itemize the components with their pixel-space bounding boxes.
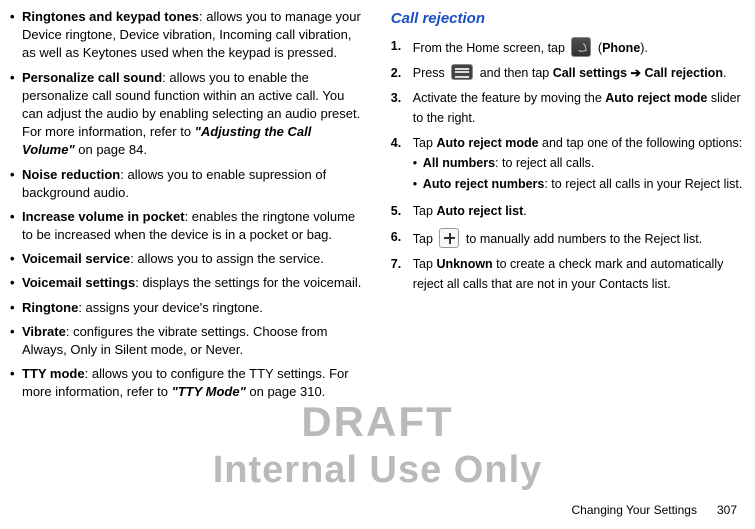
step-item: 7. Tap Unknown to create a check mark an…: [391, 255, 751, 294]
term: TTY mode: [22, 366, 85, 381]
list-item: Ringtone: assigns your device's ringtone…: [10, 299, 363, 317]
bold-text: Auto reject mode: [436, 136, 538, 150]
step-number: 3.: [391, 89, 413, 128]
step-body: Tap Auto reject mode and tap one of the …: [413, 134, 751, 196]
bold-text: Call settings: [553, 66, 627, 80]
text: From the Home screen, tap: [413, 41, 569, 55]
list-item: Personalize call sound: allows you to en…: [10, 69, 363, 160]
plus-icon: [439, 228, 459, 248]
menu-icon: [451, 64, 473, 80]
term: All numbers: [423, 156, 495, 170]
feature-list: Ringtones and keypad tones : allows you t…: [10, 8, 363, 402]
right-column: Call rejection 1. From the Home screen, …: [391, 8, 751, 408]
list-item: Vibrate: configures the vibrate settings…: [10, 323, 363, 359]
desc-post: on page 310.: [246, 384, 326, 399]
text: .: [523, 204, 526, 218]
list-item: Increase volume in pocket: enables the r…: [10, 208, 363, 244]
desc: : configures the vibrate settings. Choos…: [22, 324, 327, 357]
step-item: 1. From the Home screen, tap (Phone).: [391, 37, 751, 58]
term: Vibrate: [22, 324, 66, 339]
term: Ringtone: [22, 300, 78, 315]
text: and then tap: [480, 66, 553, 80]
text: .: [723, 66, 726, 80]
text: Activate the feature by moving the: [413, 91, 605, 105]
sub-item: All numbers: to reject all calls.: [413, 155, 751, 173]
step-number: 7.: [391, 255, 413, 294]
desc-post: on page 84.: [75, 142, 147, 157]
term: Voicemail settings: [22, 275, 135, 290]
step-body: Tap Auto reject list.: [413, 202, 751, 221]
page-number: 307: [717, 503, 737, 517]
step-item: 5. Tap Auto reject list.: [391, 202, 751, 221]
text: and tap one of the following options:: [539, 136, 743, 150]
bold-text: Auto reject list: [436, 204, 523, 218]
section-heading: Call rejection: [391, 8, 751, 31]
phone-icon: [571, 37, 591, 57]
step-number: 1.: [391, 37, 413, 58]
desc: : to reject all calls in your Reject lis…: [544, 177, 742, 191]
page-columns: Ringtones and keypad tones : allows you t…: [10, 8, 745, 408]
text: Tap: [413, 204, 437, 218]
term: Personalize call sound: [22, 70, 162, 85]
text: to manually add numbers to the Reject li…: [466, 232, 702, 246]
text: Tap: [413, 136, 437, 150]
sub-list: All numbers: to reject all calls. Auto r…: [413, 155, 751, 193]
bold-text: Unknown: [436, 257, 492, 271]
step-body: Tap to manually add numbers to the Rejec…: [413, 228, 751, 249]
step-number: 4.: [391, 134, 413, 196]
desc: : displays the settings for the voicemai…: [135, 275, 361, 290]
step-item: 2. Press and then tap Call settings ➔ Ca…: [391, 64, 751, 83]
desc: : allows you to assign the service.: [130, 251, 324, 266]
text: Press: [413, 66, 448, 80]
page-footer: Changing Your Settings 307: [572, 501, 737, 519]
step-body: Tap Unknown to create a check mark and a…: [413, 255, 751, 294]
step-body: Activate the feature by moving the Auto …: [413, 89, 751, 128]
bold-text: Auto reject mode: [605, 91, 707, 105]
text: Tap: [413, 232, 437, 246]
section-name: Changing Your Settings: [572, 503, 697, 517]
term: Noise reduction: [22, 167, 120, 182]
list-item: TTY mode: allows you to configure the TT…: [10, 365, 363, 401]
term: Voicemail service: [22, 251, 130, 266]
list-item: Noise reduction: allows you to enable su…: [10, 166, 363, 202]
step-item: 3. Activate the feature by moving the Au…: [391, 89, 751, 128]
step-body: From the Home screen, tap (Phone).: [413, 37, 751, 58]
term: Ringtones and keypad tones: [22, 9, 199, 24]
term: Increase volume in pocket: [22, 209, 185, 224]
step-number: 5.: [391, 202, 413, 221]
bold-text: Call rejection: [644, 66, 723, 80]
bold-text: Phone: [602, 41, 640, 55]
step-number: 2.: [391, 64, 413, 83]
step-item: 4. Tap Auto reject mode and tap one of t…: [391, 134, 751, 196]
step-item: 6. Tap to manually add numbers to the Re…: [391, 228, 751, 249]
steps-list: 1. From the Home screen, tap (Phone). 2.…: [391, 37, 751, 294]
watermark-internal: Internal Use Only: [0, 442, 755, 499]
ref-link: "TTY Mode": [172, 384, 246, 399]
text: ).: [640, 41, 648, 55]
desc: : to reject all calls.: [495, 156, 594, 170]
text: Tap: [413, 257, 437, 271]
left-column: Ringtones and keypad tones : allows you t…: [10, 8, 363, 408]
list-item: Voicemail service: allows you to assign …: [10, 250, 363, 268]
arrow-icon: ➔: [627, 66, 644, 80]
step-body: Press and then tap Call settings ➔ Call …: [413, 64, 751, 83]
sub-item: Auto reject numbers: to reject all calls…: [413, 176, 751, 194]
term: Auto reject numbers: [423, 177, 545, 191]
list-item: Ringtones and keypad tones: allows you t…: [10, 8, 363, 63]
desc: : assigns your device's ringtone.: [78, 300, 263, 315]
list-item: Voicemail settings: displays the setting…: [10, 274, 363, 292]
step-number: 6.: [391, 228, 413, 249]
